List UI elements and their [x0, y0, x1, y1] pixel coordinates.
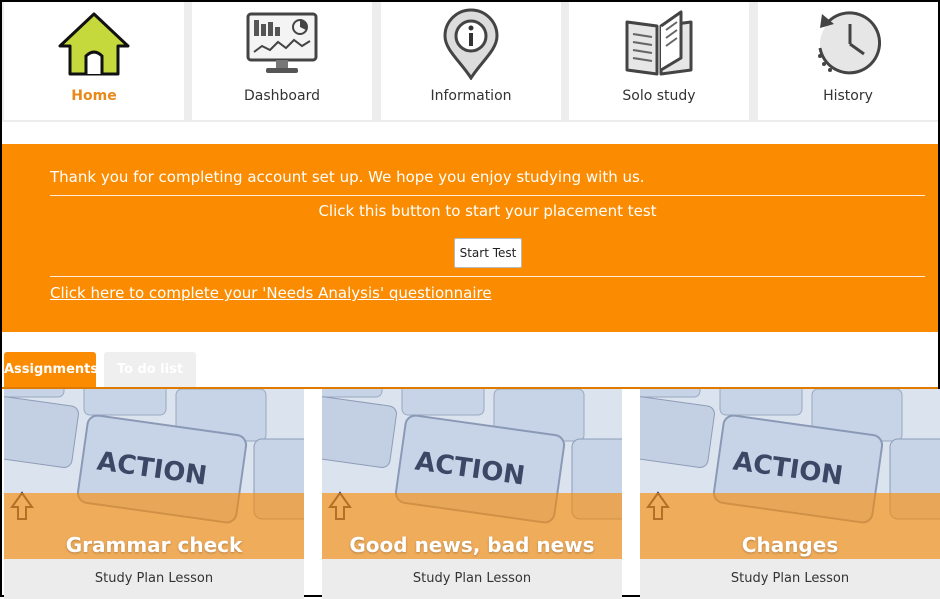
nav-tile-information[interactable]: Information — [381, 2, 561, 120]
nav-label-dashboard: Dashboard — [244, 88, 320, 104]
card-title: Good news, bad news — [349, 533, 595, 557]
card-subtitle: Study Plan Lesson — [730, 571, 850, 586]
clock-history-icon — [818, 11, 882, 75]
nav-label-home: Home — [71, 88, 117, 104]
nav-tile-solo-study[interactable]: Solo study — [569, 2, 749, 120]
assignment-card-grammar-check[interactable]: ACTION Grammar check Study Plan Lesson — [4, 389, 304, 599]
top-navigation: Home Dashboard Information Solo study Hi… — [2, 2, 938, 122]
nav-label-solo-study: Solo study — [622, 88, 696, 104]
placement-test-prompt: Click this button to start your placemen… — [318, 202, 657, 220]
nav-tile-home[interactable]: Home — [4, 2, 184, 120]
card-title: Grammar check — [65, 533, 243, 557]
info-pin-icon — [443, 8, 499, 80]
welcome-banner: Thank you for completing account set up.… — [2, 144, 938, 332]
assignment-card-good-news-bad-news[interactable]: ACTION Good news, bad news Study Plan Le… — [322, 389, 622, 599]
assignment-card-changes[interactable]: ACTION Changes Study Plan Lesson — [640, 389, 940, 599]
thank-you-message: Thank you for completing account set up.… — [50, 168, 645, 186]
card-subtitle: Study Plan Lesson — [412, 571, 532, 586]
banner-divider — [50, 276, 925, 277]
start-test-button[interactable]: Start Test — [454, 238, 522, 268]
card-title: Changes — [741, 533, 839, 557]
nav-label-history: History — [823, 88, 873, 104]
monitor-chart-icon — [246, 12, 318, 73]
nav-tile-dashboard[interactable]: Dashboard — [192, 2, 372, 120]
tab-assignments[interactable]: Assignments — [4, 352, 98, 388]
house-icon — [58, 12, 130, 76]
nav-label-information: Information — [430, 88, 512, 104]
open-book-icon — [625, 10, 693, 76]
card-subtitle: Study Plan Lesson — [94, 571, 214, 586]
needs-analysis-link[interactable]: Click here to complete your 'Needs Analy… — [50, 284, 492, 302]
tab-to-do-list[interactable]: To do list — [104, 352, 196, 388]
banner-divider — [50, 195, 925, 196]
nav-tile-history[interactable]: History — [758, 2, 938, 120]
